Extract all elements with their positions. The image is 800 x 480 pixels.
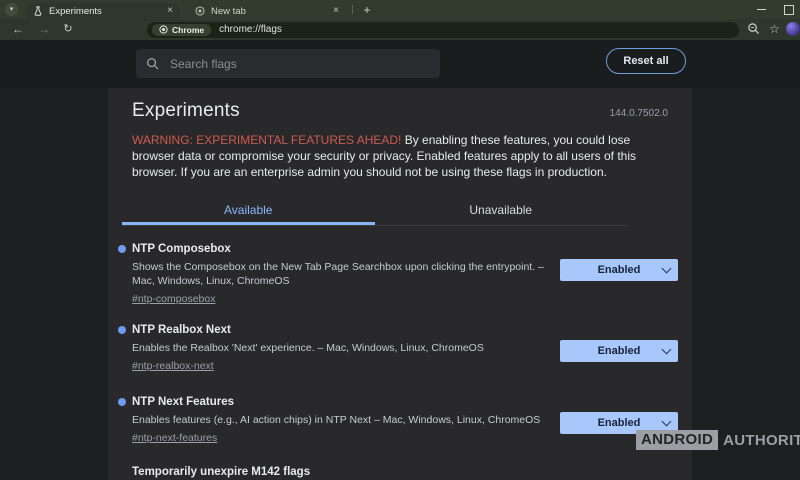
- tab-divider: [352, 5, 353, 14]
- profile-avatar[interactable]: [786, 22, 800, 36]
- minimize-icon[interactable]: [757, 9, 766, 11]
- address-bar[interactable]: Chrome chrome://flags: [147, 22, 739, 38]
- flag-link-ntp-composebox[interactable]: #ntp-composebox: [132, 293, 215, 305]
- chevron-down-icon: [662, 345, 672, 355]
- browser-tab-experiments[interactable]: Experiments ×: [26, 3, 180, 19]
- flags-page-header: Reset all: [0, 40, 800, 88]
- reset-all-button[interactable]: Reset all: [606, 48, 686, 74]
- window-controls: [757, 0, 794, 19]
- chrome-logo-icon: [159, 25, 168, 34]
- page-title: Experiments: [132, 100, 240, 122]
- flag-description: Enables the Realbox 'Next' experience. –…: [132, 341, 554, 355]
- flags-content: Experiments 144.0.7502.0 WARNING: EXPERI…: [108, 88, 692, 480]
- flag-dropdown-ntp-realbox-next[interactable]: Enabled: [560, 340, 678, 362]
- url-text: chrome://flags: [219, 24, 282, 35]
- flag-link-ntp-realbox-next[interactable]: #ntp-realbox-next: [132, 360, 214, 372]
- new-tab-favicon-icon: [195, 6, 205, 16]
- site-chip[interactable]: Chrome: [152, 24, 211, 36]
- browser-toolbar: ← → ↻ Chrome chrome://flags ☆: [0, 19, 800, 40]
- flag-name: NTP Composebox: [132, 243, 560, 255]
- experiment-dot-icon: [118, 398, 126, 406]
- flag-description: Shows the Composebox on the New Tab Page…: [132, 260, 554, 288]
- tab-unavailable[interactable]: Unavailable: [375, 196, 628, 225]
- flag-description: Enables features (e.g., AI action chips)…: [132, 413, 554, 427]
- flag-info: NTP Composebox Shows the Composebox on t…: [132, 243, 560, 307]
- flag-row-ntp-next-features: NTP Next Features Enables features (e.g.…: [132, 396, 668, 446]
- chrome-version: 144.0.7502.0: [610, 108, 668, 119]
- back-icon[interactable]: ←: [10, 19, 26, 40]
- warning-highlight: WARNING: EXPERIMENTAL FEATURES AHEAD!: [132, 133, 401, 147]
- flag-info: NTP Realbox Next Enables the Realbox 'Ne…: [132, 324, 560, 374]
- tab-strip: ▾ Experiments × New tab × +: [0, 0, 800, 19]
- close-icon[interactable]: ×: [333, 6, 339, 16]
- tab-available[interactable]: Available: [122, 196, 375, 225]
- experiment-dot-icon: [118, 326, 126, 334]
- search-flags-input[interactable]: [168, 56, 430, 72]
- close-icon[interactable]: ×: [167, 6, 173, 16]
- chevron-down-icon: [662, 417, 672, 427]
- search-icon: [146, 57, 159, 70]
- experiment-dot-icon: [118, 245, 126, 253]
- experimental-warning: WARNING: EXPERIMENTAL FEATURES AHEAD! By…: [132, 132, 668, 180]
- flask-icon: [33, 6, 43, 16]
- watermark-authority: AUTHORITY: [723, 432, 800, 449]
- maximize-icon[interactable]: [784, 5, 794, 15]
- bookmark-star-icon[interactable]: ☆: [769, 21, 780, 37]
- flag-dropdown-value: Enabled: [598, 345, 641, 357]
- reload-icon[interactable]: ↻: [60, 19, 76, 40]
- flag-dropdown-ntp-composebox[interactable]: Enabled: [560, 259, 678, 281]
- flag-dropdown-value: Enabled: [598, 264, 641, 276]
- tab-title: Experiments: [49, 6, 163, 17]
- watermark-android: ANDROID: [636, 430, 718, 450]
- flag-name: NTP Realbox Next: [132, 324, 560, 336]
- flag-info: NTP Next Features Enables features (e.g.…: [132, 396, 560, 446]
- flag-dropdown-value: Enabled: [598, 417, 641, 429]
- tab-title: New tab: [211, 6, 329, 17]
- flag-row-ntp-composebox: NTP Composebox Shows the Composebox on t…: [132, 243, 668, 307]
- chevron-down-icon: ▾: [10, 6, 14, 13]
- flag-row-ntp-realbox-next: NTP Realbox Next Enables the Realbox 'Ne…: [132, 324, 668, 374]
- browser-tab-new-tab[interactable]: New tab ×: [188, 3, 346, 19]
- browser-window: ▾ Experiments × New tab × + ← → ↻: [0, 0, 800, 480]
- zoom-icon[interactable]: [747, 22, 760, 40]
- flag-name: NTP Next Features: [132, 396, 560, 408]
- site-chip-label: Chrome: [172, 25, 204, 35]
- flags-tab-bar: Available Unavailable: [122, 196, 627, 226]
- new-tab-button[interactable]: +: [359, 2, 375, 18]
- title-row: Experiments 144.0.7502.0: [132, 100, 668, 122]
- tab-search-button[interactable]: ▾: [5, 3, 18, 16]
- unexpire-section-heading: Temporarily unexpire M142 flags: [132, 466, 668, 478]
- forward-icon[interactable]: →: [36, 19, 52, 40]
- search-flags-box[interactable]: [136, 49, 440, 78]
- android-authority-watermark: ANDROID AUTHORITY: [636, 430, 800, 450]
- page-body: Experiments 144.0.7502.0 WARNING: EXPERI…: [0, 88, 800, 480]
- flag-link-ntp-next-features[interactable]: #ntp-next-features: [132, 432, 217, 444]
- chevron-down-icon: [662, 264, 672, 274]
